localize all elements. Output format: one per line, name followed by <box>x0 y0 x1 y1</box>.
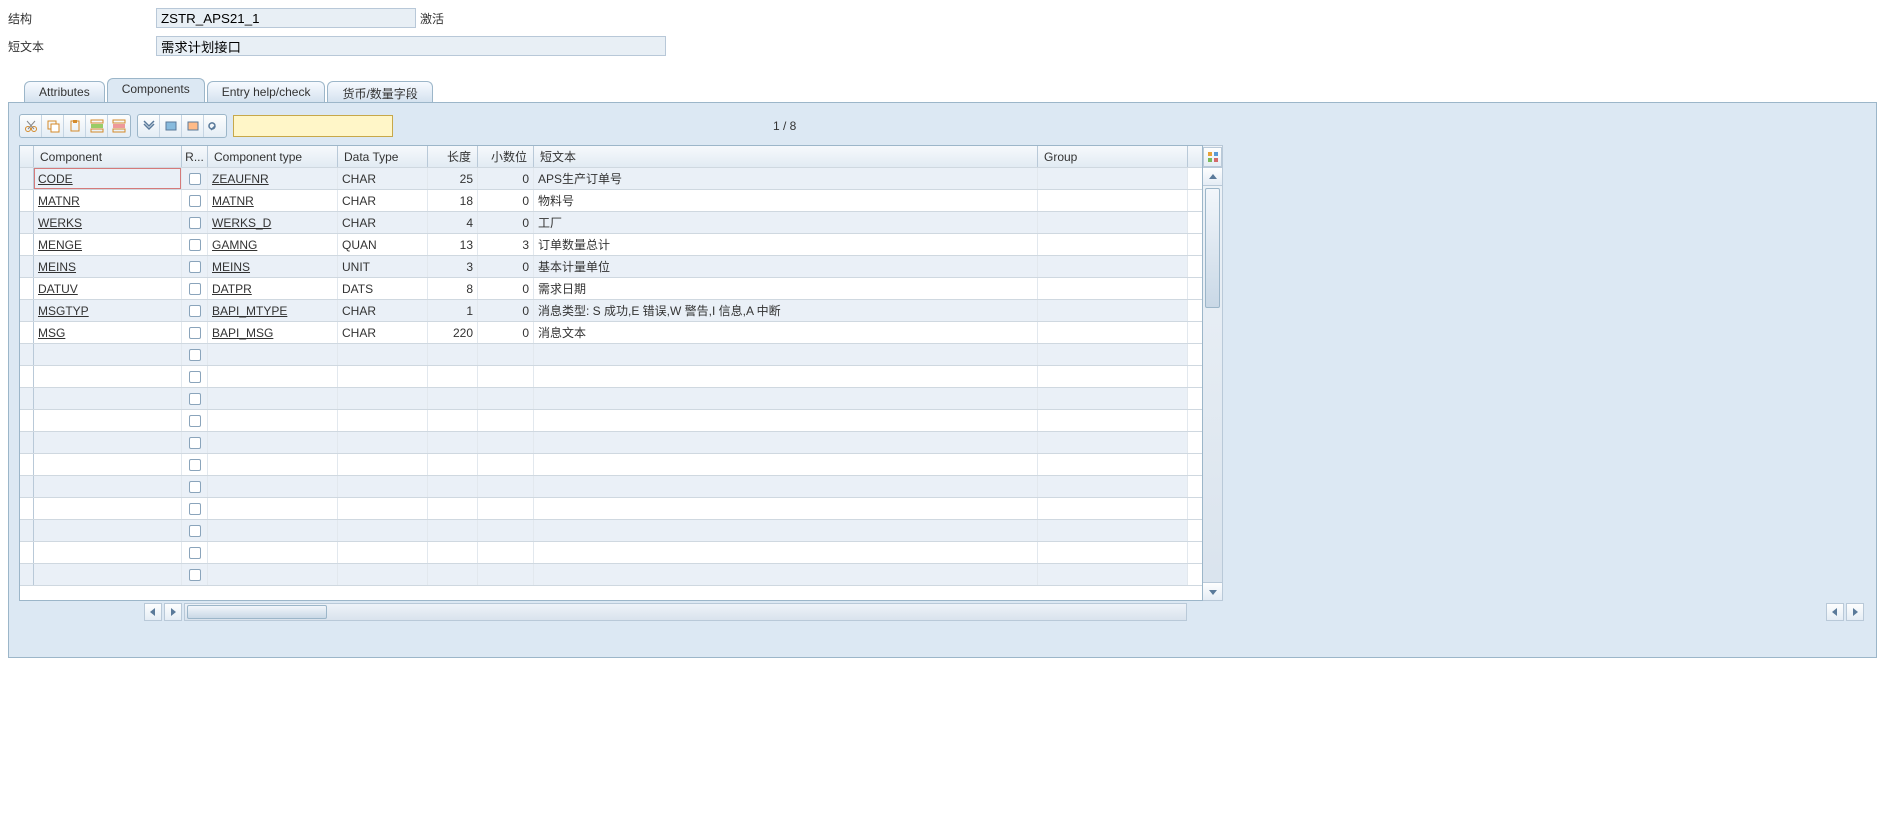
tabstrip: Attributes Components Entry help/check 货… <box>0 78 1885 102</box>
table-settings-button[interactable] <box>1203 147 1222 167</box>
tab-currency[interactable]: 货币/数量字段 <box>327 81 432 103</box>
grid-header: Component R... Component type Data Type … <box>20 146 1202 168</box>
scroll-up-icon[interactable] <box>1203 168 1222 186</box>
horizontal-scrollbar[interactable] <box>19 601 1866 623</box>
tab-attributes[interactable]: Attributes <box>24 81 105 103</box>
table-row[interactable]: MEINSMEINSUNIT30基本计量单位 <box>20 256 1202 278</box>
table-row[interactable] <box>20 564 1202 586</box>
tab-entryhelp[interactable]: Entry help/check <box>207 81 326 103</box>
table-row[interactable]: DATUVDATPRDATS80需求日期 <box>20 278 1202 300</box>
col-component[interactable]: Component <box>34 146 182 167</box>
filter-input[interactable] <box>233 115 393 137</box>
delete-row-button[interactable] <box>108 115 130 137</box>
table-row[interactable] <box>20 388 1202 410</box>
hscroll-right2-icon[interactable] <box>1846 603 1864 621</box>
table-row[interactable] <box>20 454 1202 476</box>
copy-button[interactable] <box>42 115 64 137</box>
structure-input[interactable] <box>156 8 416 28</box>
shorttext-label: 短文本 <box>8 38 156 55</box>
hscroll-left2-icon[interactable] <box>1826 603 1844 621</box>
col-dtype[interactable]: Data Type <box>338 146 428 167</box>
table-row[interactable] <box>20 498 1202 520</box>
table-row[interactable]: MSGTYPBAPI_MTYPECHAR10消息类型: S 成功,E 错误,W … <box>20 300 1202 322</box>
vertical-scrollbar[interactable] <box>1203 145 1223 601</box>
structure-label: 结构 <box>8 10 156 27</box>
predef-button[interactable] <box>160 115 182 137</box>
table-row[interactable]: WERKSWERKS_DCHAR40工厂 <box>20 212 1202 234</box>
components-panel: 1 / 8 Component R... Component type Data… <box>8 102 1877 658</box>
table-row[interactable]: MSGBAPI_MSGCHAR2200消息文本 <box>20 322 1202 344</box>
pager: 1 / 8 <box>773 119 796 133</box>
row-selector-header[interactable] <box>20 146 34 167</box>
form-header: 结构 激活 短文本 <box>0 0 1885 78</box>
hscroll-thumb[interactable] <box>187 605 327 619</box>
expand-button[interactable] <box>138 115 160 137</box>
col-r[interactable]: R... <box>182 146 208 167</box>
col-ctype[interactable]: Component type <box>208 146 338 167</box>
table-row[interactable] <box>20 432 1202 454</box>
hscroll-left-icon[interactable] <box>144 603 162 621</box>
table-row[interactable]: MATNRMATNRCHAR180物料号 <box>20 190 1202 212</box>
paste-button[interactable] <box>64 115 86 137</box>
status-label: 激活 <box>420 10 444 27</box>
col-len[interactable]: 长度 <box>428 146 478 167</box>
scroll-thumb[interactable] <box>1205 188 1220 308</box>
search-help-button[interactable] <box>204 115 226 137</box>
col-desc[interactable]: 短文本 <box>534 146 1038 167</box>
col-group[interactable]: Group <box>1038 146 1188 167</box>
hscroll-right-icon[interactable] <box>164 603 182 621</box>
table-row[interactable] <box>20 476 1202 498</box>
table-toolbar: 1 / 8 <box>19 113 1866 139</box>
table-row[interactable] <box>20 520 1202 542</box>
table-row[interactable]: MENGEGAMNGQUAN133订单数量总计 <box>20 234 1202 256</box>
table-row[interactable] <box>20 542 1202 564</box>
table-row[interactable] <box>20 366 1202 388</box>
table-row[interactable]: CODEZEAUFNRCHAR250APS生产订单号 <box>20 168 1202 190</box>
cut-button[interactable] <box>20 115 42 137</box>
tab-components[interactable]: Components <box>107 78 205 102</box>
components-grid[interactable]: Component R... Component type Data Type … <box>19 145 1203 601</box>
table-row[interactable] <box>20 344 1202 366</box>
scroll-down-icon[interactable] <box>1203 582 1222 600</box>
builtin-button[interactable] <box>182 115 204 137</box>
col-dec[interactable]: 小数位 <box>478 146 534 167</box>
table-row[interactable] <box>20 410 1202 432</box>
insert-row-button[interactable] <box>86 115 108 137</box>
shorttext-input[interactable] <box>156 36 666 56</box>
